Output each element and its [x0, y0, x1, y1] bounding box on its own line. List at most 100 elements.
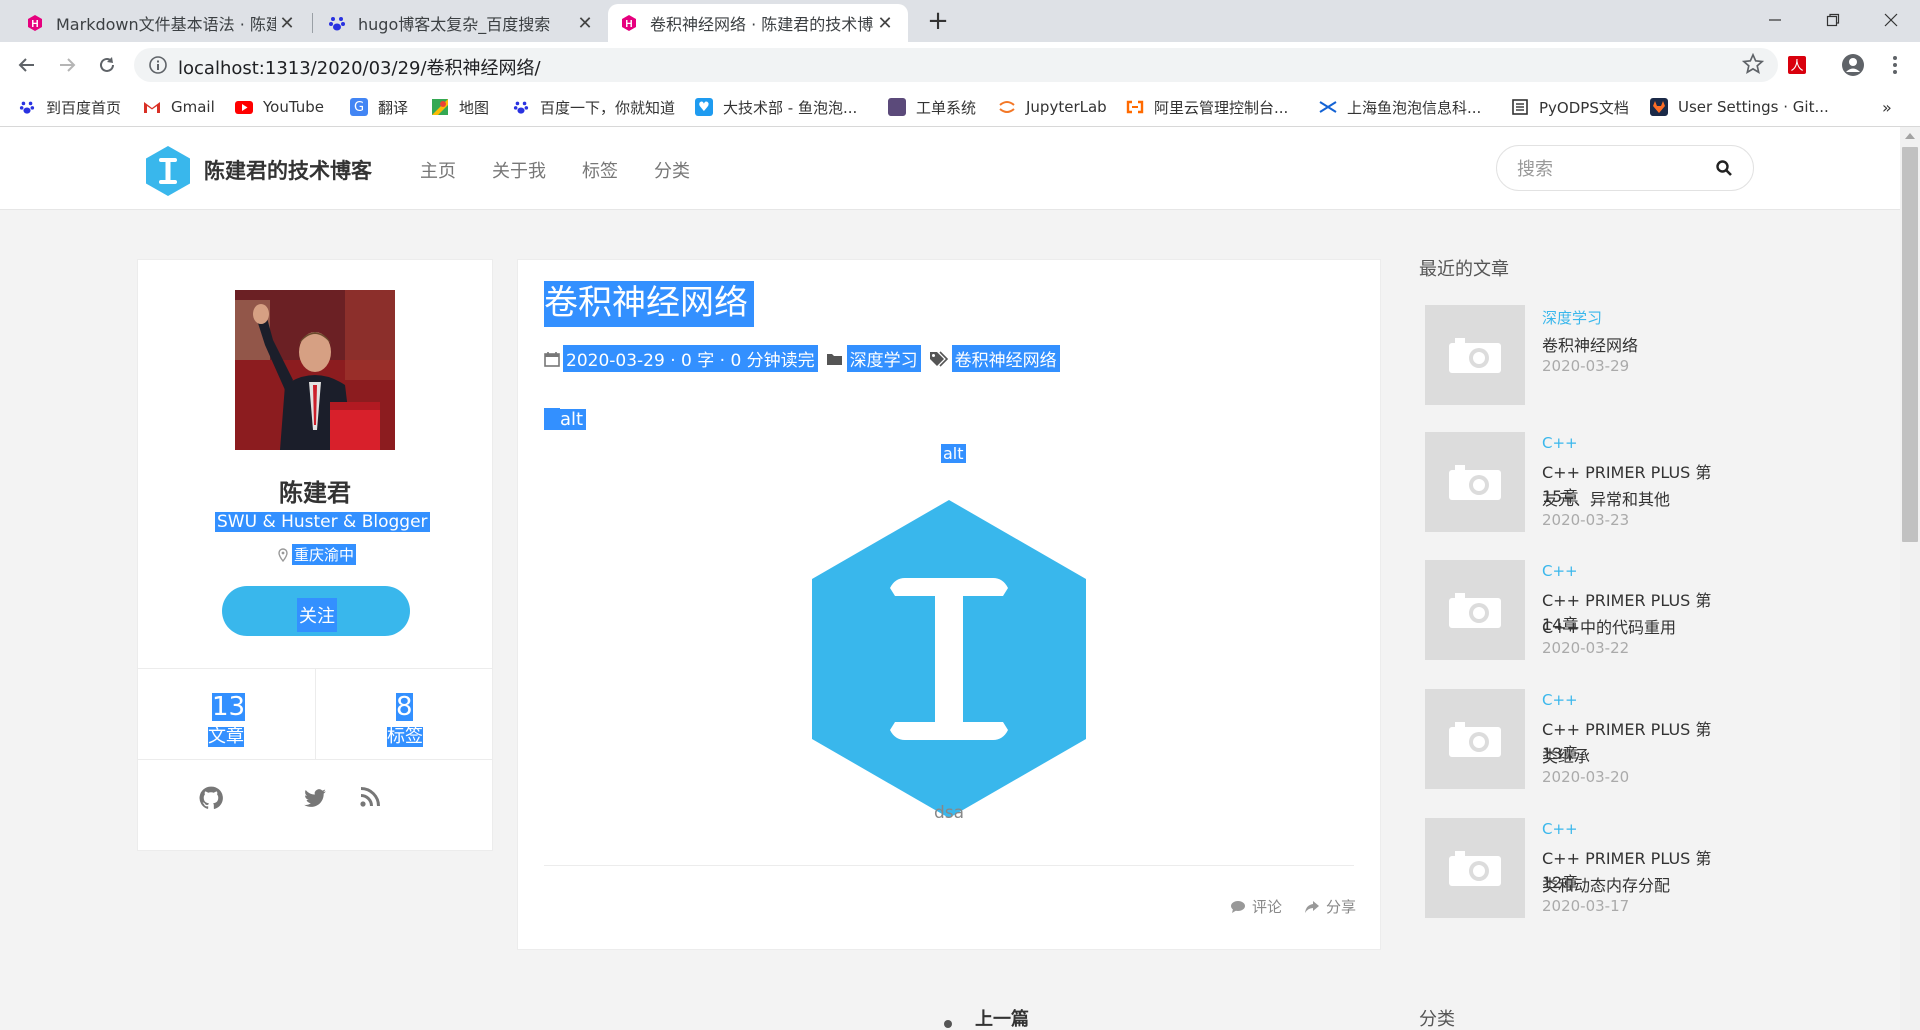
profile-avatar-icon[interactable]	[1838, 50, 1868, 80]
recent-post-item[interactable]: C++ C++ PRIMER PLUS 第14章 C++中的代码重用 2020-…	[1425, 560, 1725, 660]
nav-categories[interactable]: 分类	[654, 157, 690, 183]
close-tab-icon[interactable]: ✕	[874, 13, 896, 34]
close-tab-icon[interactable]: ✕	[574, 13, 596, 34]
recent-post-category[interactable]: C++	[1542, 691, 1578, 709]
bookmark-baidu-search[interactable]: 百度一下，你就知道	[512, 96, 675, 118]
close-tab-icon[interactable]: ✕	[276, 13, 298, 34]
recent-posts-heading: 最近的文章	[1419, 259, 1509, 280]
bookmark-yupaopao[interactable]: ♥ 大技术部 - 鱼泡泡...	[695, 96, 857, 118]
bookmark-label: 大技术部 - 鱼泡泡...	[723, 98, 858, 117]
scroll-up-arrow-icon[interactable]	[1905, 133, 1915, 139]
share-link[interactable]: 分享	[1326, 896, 1356, 917]
scrollbar-thumb[interactable]	[1902, 147, 1918, 542]
back-button[interactable]	[12, 50, 42, 80]
comment-icon	[1230, 900, 1245, 913]
blog-page: 陈建君的技术博客 主页 关于我 标签 分类 搜索 陈建君 SWU & Huste…	[0, 127, 1900, 1030]
posts-stat[interactable]: 13 文章	[138, 669, 315, 759]
bookmark-label: 上海鱼泡泡信息科...	[1347, 98, 1482, 117]
bookmark-gitlab[interactable]: User Settings · Git...	[1650, 96, 1829, 118]
bookmark-tickets[interactable]: 工单系统	[888, 96, 976, 118]
bookmark-label: PyODPS文档	[1539, 98, 1629, 117]
recent-post-subtitle[interactable]: 类继承	[1542, 743, 1590, 767]
recent-post-subtitle[interactable]: C++中的代码重用	[1542, 614, 1676, 638]
bookmark-confluence[interactable]: 上海鱼泡泡信息科...	[1319, 96, 1481, 118]
address-bar[interactable]: localhost:1313/2020/03/29/卷积神经网络/	[134, 48, 1778, 82]
acrobat-extension-icon[interactable]: 人	[1782, 50, 1812, 80]
recent-post-category[interactable]: C++	[1542, 434, 1578, 452]
article-tag[interactable]: 卷积神经网络	[951, 345, 1060, 372]
profile-stats: 13 文章 8 标签	[138, 668, 492, 760]
bookmark-label: Gmail	[171, 98, 215, 116]
tags-stat[interactable]: 8 标签	[316, 669, 493, 759]
broken-image-icon	[544, 408, 560, 430]
browser-tab-2[interactable]: hugo博客太复杂_百度搜索 ✕	[316, 4, 608, 42]
posts-label: 文章	[208, 726, 244, 747]
recent-post-category[interactable]: C++	[1542, 562, 1578, 580]
forward-button[interactable]	[52, 50, 82, 80]
recent-post-date: 2020-03-17	[1542, 897, 1630, 915]
restore-button[interactable]	[1804, 0, 1862, 40]
bookmark-pyodps[interactable]: PyODPS文档	[1511, 96, 1629, 118]
browser-tab-3-active[interactable]: H 卷积神经网络 · 陈建君的技术博客 ✕	[608, 4, 908, 42]
recent-post-date: 2020-03-22	[1542, 639, 1630, 657]
twitter-icon[interactable]	[302, 785, 328, 811]
recent-post-subtitle[interactable]: 类和动态内存分配	[1542, 872, 1670, 896]
bookmark-gmail[interactable]: Gmail	[143, 96, 215, 118]
recent-post-item[interactable]: C++ C++ PRIMER PLUS 第13章 类继承 2020-03-20	[1425, 689, 1725, 789]
recent-post-item[interactable]: C++ C++ PRIMER PLUS 第12章 类和动态内存分配 2020-0…	[1425, 818, 1725, 918]
article-category[interactable]: 深度学习	[846, 345, 921, 372]
broken-image-1: alt	[544, 408, 587, 430]
recent-post-item[interactable]: 深度学习 卷积神经网络 2020-03-29	[1425, 305, 1725, 405]
new-tab-button[interactable]: +	[922, 6, 954, 38]
recent-post-subtitle[interactable]: 友元、异常和其他	[1542, 486, 1670, 510]
camera-icon	[1425, 305, 1525, 405]
bookmark-label: 翻译	[378, 98, 409, 117]
site-logo-icon[interactable]	[144, 145, 192, 197]
previous-post-link[interactable]: 上一篇	[975, 1005, 1029, 1030]
recent-post-category[interactable]: C++	[1542, 820, 1578, 838]
article-title: 卷积神经网络	[544, 281, 754, 327]
tags-count: 8	[396, 692, 413, 722]
site-title[interactable]: 陈建君的技术博客	[204, 155, 372, 185]
bookmark-jupyterlab[interactable]: JupyterLab	[998, 96, 1107, 118]
browser-menu-icon[interactable]	[1880, 50, 1910, 80]
bookmark-aliyun[interactable]: 阿里云管理控制台...	[1126, 96, 1288, 118]
nav-home[interactable]: 主页	[420, 157, 456, 183]
bookmarks-overflow-icon[interactable]: »	[1882, 96, 1892, 118]
search-input[interactable]	[1515, 156, 1709, 182]
profile-name: 陈建君	[279, 479, 351, 507]
search-icon[interactable]	[1715, 159, 1733, 177]
maps-icon	[431, 98, 449, 116]
bookmark-translate[interactable]: G 翻译	[350, 96, 408, 118]
nav-tags[interactable]: 标签	[582, 157, 618, 183]
rss-icon[interactable]	[358, 785, 382, 809]
minimize-button[interactable]	[1746, 0, 1804, 40]
bookmark-youtube[interactable]: YouTube	[235, 96, 324, 118]
forward-arrow-icon	[60, 58, 76, 72]
comment-link[interactable]: 评论	[1252, 896, 1282, 917]
svg-text:H: H	[625, 19, 632, 30]
bookmark-label: 百度一下，你就知道	[540, 98, 676, 117]
hugo-logo-image	[812, 500, 1086, 818]
nav-about[interactable]: 关于我	[492, 157, 546, 183]
follow-label: 关注	[297, 598, 337, 632]
info-icon[interactable]	[148, 55, 168, 79]
recent-post-title[interactable]: 卷积神经网络	[1542, 332, 1638, 356]
browser-tab-1[interactable]: H Markdown文件基本语法 · 陈建君 ✕	[14, 4, 310, 42]
recent-post-category[interactable]: 深度学习	[1542, 307, 1602, 328]
page-scrollbar[interactable]	[1900, 127, 1920, 1030]
bookmark-baidu-home[interactable]: 到百度首页	[18, 96, 121, 118]
follow-button[interactable]: 关注	[222, 586, 410, 636]
reload-button[interactable]	[92, 50, 122, 80]
bookmark-star-icon[interactable]	[1741, 52, 1765, 79]
bookmark-label: 到百度首页	[46, 98, 122, 117]
close-window-button[interactable]	[1862, 0, 1920, 40]
article-date-wordcount: 2020-03-29 · 0 字 · 0 分钟读完	[563, 345, 818, 372]
bookmark-label: 阿里云管理控制台...	[1154, 98, 1289, 117]
ticket-icon	[888, 98, 906, 116]
bookmark-maps[interactable]: 地图	[431, 96, 489, 118]
article-meta: 2020-03-29 · 0 字 · 0 分钟读完 深度学习 卷积神经网络	[544, 345, 1060, 372]
recent-post-item[interactable]: C++ C++ PRIMER PLUS 第15章 友元、异常和其他 2020-0…	[1425, 432, 1725, 532]
youtube-icon	[235, 98, 253, 116]
github-icon[interactable]	[198, 785, 224, 811]
